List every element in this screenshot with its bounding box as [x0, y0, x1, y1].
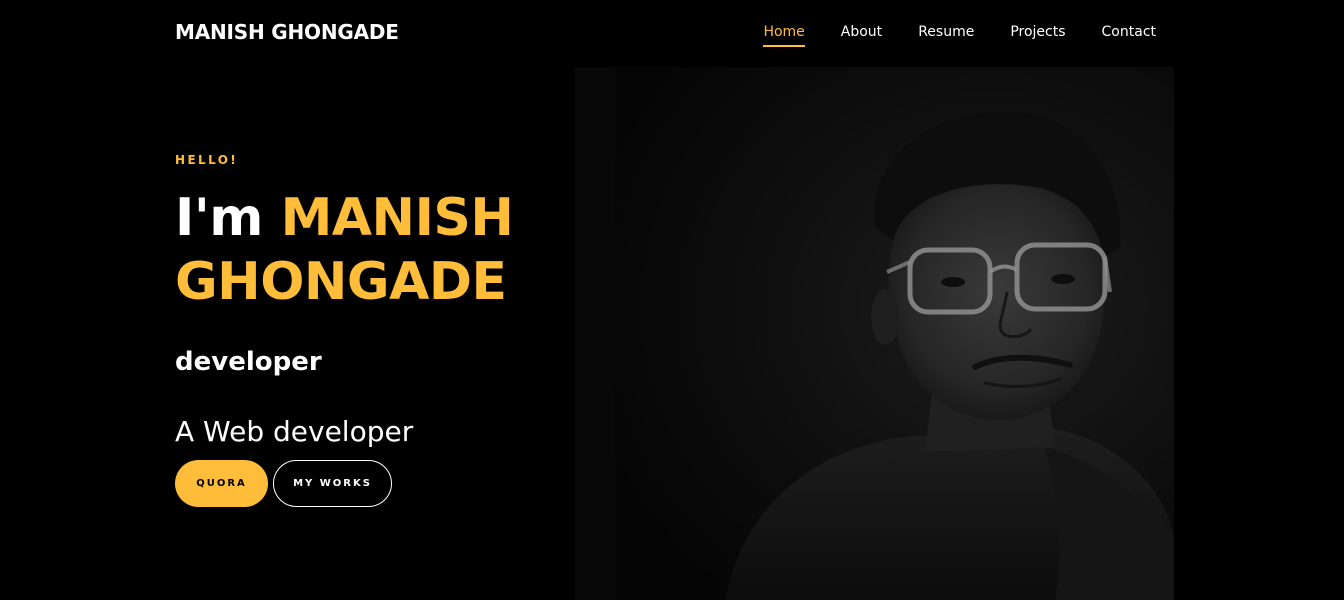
hero-portrait-image: [575, 67, 1174, 600]
nav-item-label: Home: [763, 24, 805, 40]
main-nav: Home About Resume Projects Contact: [763, 22, 1156, 47]
hero-name-first: MANISH: [280, 188, 514, 248]
nav-item-contact[interactable]: Contact: [1102, 22, 1156, 42]
hero-intro: I'm: [175, 188, 263, 248]
active-nav-underline: [763, 45, 805, 47]
hero-tagline: A Web developer: [175, 415, 414, 448]
nav-item-label: Resume: [918, 24, 975, 40]
nav-item-home[interactable]: Home: [763, 22, 805, 47]
site-logo-text[interactable]: MANISH GHONGADE: [175, 19, 399, 45]
nav-item-label: About: [840, 24, 883, 40]
portrait-illustration: [575, 67, 1174, 600]
nav-item-label: Contact: [1101, 24, 1156, 40]
my-works-button[interactable]: MY WORKS: [273, 460, 392, 507]
nav-item-about[interactable]: About: [841, 22, 882, 42]
hero-headline: I'm MANISH GHONGADE: [175, 186, 575, 314]
hero-greeting: HELLO!: [175, 153, 239, 167]
nav-item-projects[interactable]: Projects: [1010, 22, 1065, 42]
nav-item-resume[interactable]: Resume: [918, 22, 974, 42]
hero-role: developer: [175, 347, 322, 377]
nav-item-label: Projects: [1010, 24, 1066, 40]
quora-button[interactable]: QUORA: [175, 460, 268, 507]
page: MANISH GHONGADE Home About Resume Projec…: [0, 0, 1344, 600]
hero-name-last: GHONGADE: [175, 252, 507, 312]
